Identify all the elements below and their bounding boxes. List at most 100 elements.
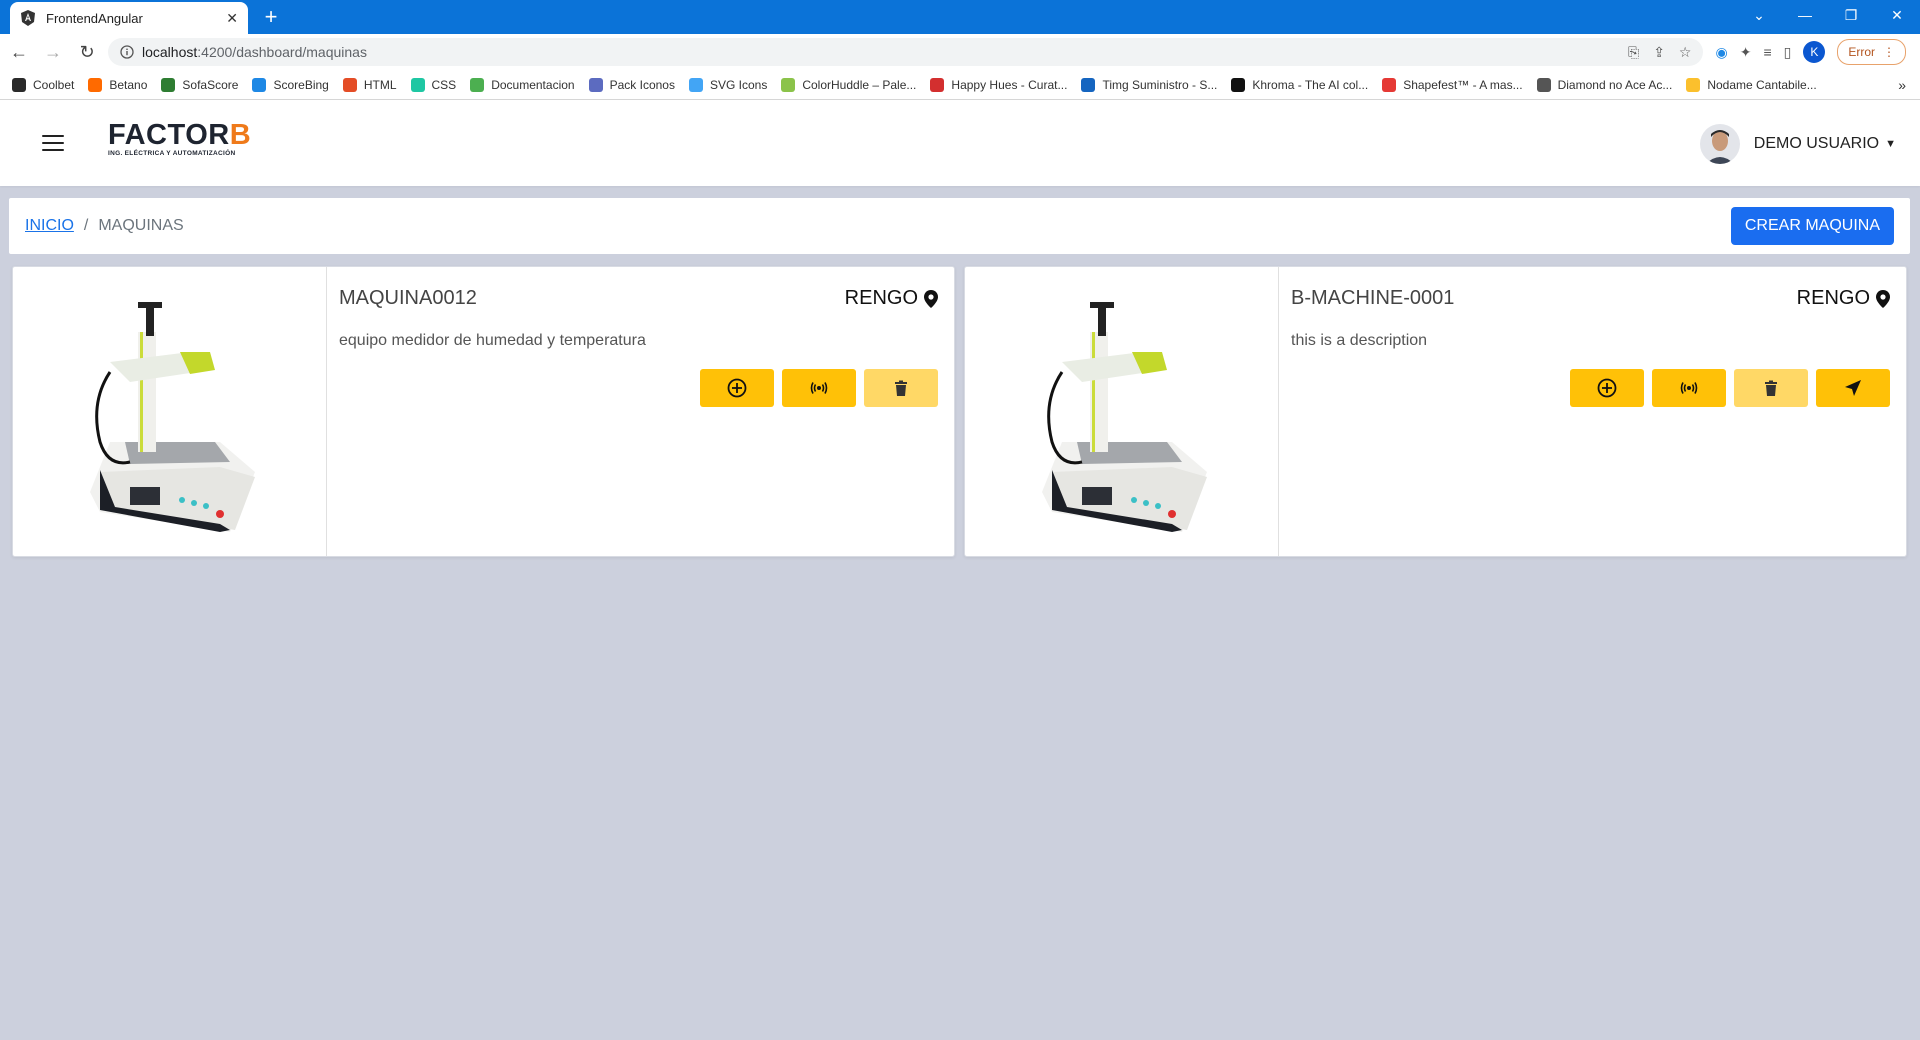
tab-title: FrontendAngular <box>46 10 143 26</box>
card-actions <box>1570 369 1890 407</box>
bookmark-item[interactable]: Nodame Cantabile... <box>1686 77 1817 92</box>
bookmark-label: Timg Suministro - S... <box>1102 77 1218 92</box>
bookmark-favicon-icon <box>1231 77 1246 92</box>
broadcast-icon <box>1680 382 1698 394</box>
location-arrow-icon <box>1845 380 1861 396</box>
delete-button[interactable] <box>864 369 938 407</box>
location-label: RENGO <box>844 287 918 309</box>
user-name: DEMO USUARIO <box>1753 135 1880 152</box>
bookmark-favicon-icon <box>410 77 425 92</box>
bookmark-label: CSS <box>431 77 457 92</box>
bookmark-label: Documentacion <box>491 77 575 92</box>
bookmark-item[interactable]: Khroma - The AI col... <box>1231 77 1369 92</box>
bookmark-item[interactable]: HTML <box>342 77 397 92</box>
bookmark-label: Nodame Cantabile... <box>1707 77 1817 92</box>
broadcast-icon <box>810 382 828 394</box>
card-location: RENGO <box>845 287 938 310</box>
trash-icon <box>895 380 907 396</box>
bookmarks-more-icon[interactable]: » <box>1898 77 1906 93</box>
bookmark-label: Betano <box>109 77 148 92</box>
plus-circle-icon <box>1597 378 1617 398</box>
bookmark-item[interactable]: Documentacion <box>470 77 575 92</box>
machine-card: MAQUINA0012 RENGO equipo medidor de hume… <box>12 266 955 557</box>
bookmark-favicon-icon <box>1081 77 1096 92</box>
share-icon[interactable]: ⇪ <box>1653 44 1665 61</box>
sensor-button[interactable] <box>782 369 856 407</box>
bookmark-favicon-icon <box>688 77 703 92</box>
bookmark-favicon-icon <box>930 77 945 92</box>
bookmark-favicon-icon <box>470 77 485 92</box>
puzzle-icon[interactable]: ✦ <box>1740 44 1752 61</box>
bookmark-item[interactable]: Coolbet <box>12 77 74 92</box>
close-window-icon[interactable]: ✕ <box>1874 0 1920 30</box>
side-panel-icon[interactable]: ▯ <box>1784 44 1792 61</box>
reload-icon[interactable]: ↻ <box>72 37 102 67</box>
bookmark-item[interactable]: Diamond no Ace Ac... <box>1536 77 1672 92</box>
error-button[interactable]: Error ⋮ <box>1837 39 1906 65</box>
user-menu[interactable]: DEMO USUARIO ▼ <box>1699 124 1896 164</box>
delete-button[interactable] <box>1734 369 1808 407</box>
factorb-logo[interactable]: FACTORB ING. ELÉCTRICA Y AUTOMATIZACIÓN <box>108 120 251 157</box>
hamburger-menu-icon[interactable] <box>42 135 64 151</box>
browser-toolbar: ← → ↻ localhost:4200/dashboard/maquinas … <box>0 34 1920 70</box>
bookmark-item[interactable]: SofaScore <box>161 77 239 92</box>
machine-card: B-MACHINE-0001 RENGO this is a descripti… <box>964 266 1907 557</box>
browser-tab[interactable]: FrontendAngular ✕ <box>10 2 248 34</box>
breadcrumb-separator: / <box>83 217 89 234</box>
add-button[interactable] <box>1570 369 1644 407</box>
url-path: :4200/dashboard/maquinas <box>197 44 367 60</box>
sensor-button[interactable] <box>1652 369 1726 407</box>
avatar <box>1699 124 1740 164</box>
app-header: FACTORB ING. ELÉCTRICA Y AUTOMATIZACIÓN … <box>0 100 1920 186</box>
angular-icon <box>21 10 35 26</box>
bookmark-item[interactable]: CSS <box>410 77 457 92</box>
error-label: Error <box>1848 45 1875 59</box>
forward-icon[interactable]: → <box>38 37 68 67</box>
bookmark-item[interactable]: SVG Icons <box>688 77 768 92</box>
breadcrumb-home-link[interactable]: INICIO <box>25 217 74 235</box>
bookmark-item[interactable]: ColorHuddle – Pale... <box>781 77 916 92</box>
close-tab-icon[interactable]: ✕ <box>226 10 238 27</box>
add-button[interactable] <box>700 369 774 407</box>
logo-subtitle: ING. ELÉCTRICA Y AUTOMATIZACIÓN <box>108 150 236 157</box>
breadcrumb-current: MAQUINAS <box>98 217 184 234</box>
address-bar[interactable]: localhost:4200/dashboard/maquinas ⎘ ⇪ ☆ <box>108 38 1704 66</box>
bookmark-item[interactable]: ScoreBing <box>252 77 329 92</box>
url-host: localhost <box>142 44 198 60</box>
restore-icon[interactable]: ❐ <box>1828 0 1874 30</box>
bookmarks-bar: Coolbet Betano SofaScore ScoreBing HTML CSS Do… <box>0 70 1920 100</box>
translate-icon[interactable]: ⎘ <box>1628 44 1639 61</box>
logo-text: FACTOR <box>108 119 230 151</box>
trash-icon <box>1765 380 1777 396</box>
bookmark-favicon-icon <box>252 77 267 92</box>
bookmark-item[interactable]: Betano <box>88 77 148 92</box>
extension-icon[interactable]: ◉ <box>1715 44 1727 61</box>
media-icon[interactable]: ≡ <box>1763 44 1771 60</box>
tab-search-icon[interactable]: ⌄ <box>1736 0 1782 30</box>
new-tab-button[interactable]: + <box>258 4 284 30</box>
bookmark-item[interactable]: Pack Iconos <box>588 77 675 92</box>
bookmark-favicon-icon <box>161 77 176 92</box>
bookmark-item[interactable]: Timg Suministro - S... <box>1081 77 1218 92</box>
bookmark-label: SofaScore <box>182 77 239 92</box>
card-description: this is a description <box>1291 332 1428 349</box>
navigate-button[interactable] <box>1816 369 1890 407</box>
bookmark-label: Khroma - The AI col... <box>1252 77 1369 92</box>
bookmark-favicon-icon <box>342 77 357 92</box>
bookmark-favicon-icon <box>588 77 603 92</box>
create-machine-button[interactable]: CREAR MAQUINA <box>1730 207 1894 245</box>
profile-avatar[interactable]: K <box>1803 41 1826 63</box>
bookmark-star-icon[interactable]: ☆ <box>1679 44 1692 61</box>
site-info-icon[interactable] <box>120 45 134 59</box>
menu-kebab-icon: ⋮ <box>1883 45 1895 59</box>
bookmark-label: SVG Icons <box>709 77 768 92</box>
machine-image <box>965 267 1279 556</box>
bookmark-item[interactable]: Happy Hues - Curat... <box>930 77 1067 92</box>
bookmark-label: HTML <box>363 77 397 92</box>
plus-circle-icon <box>727 378 747 398</box>
back-icon[interactable]: ← <box>4 37 34 67</box>
bookmark-item[interactable]: Shapefest™ - A mas... <box>1382 77 1523 92</box>
location-label: RENGO <box>1796 287 1870 309</box>
minimize-icon[interactable]: — <box>1782 0 1828 30</box>
card-actions <box>700 369 938 407</box>
